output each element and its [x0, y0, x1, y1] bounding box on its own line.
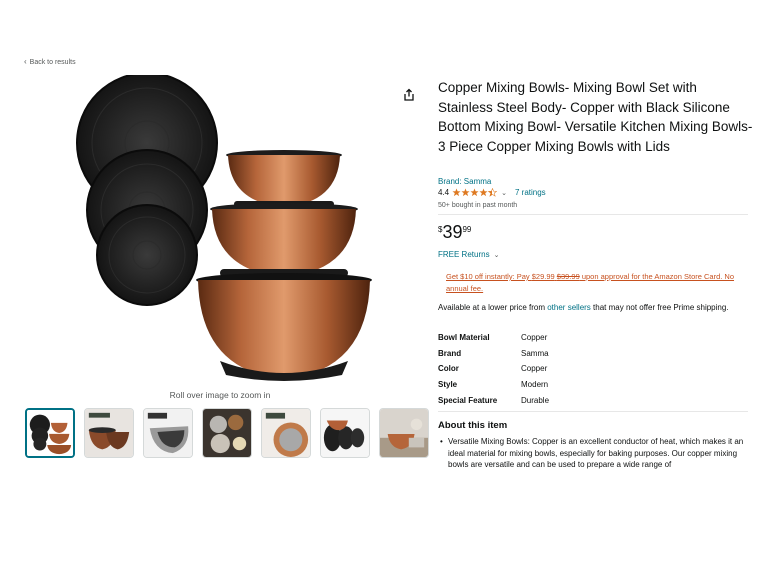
spec-value: Modern	[521, 380, 549, 390]
spec-key: Bowl Material	[438, 333, 490, 343]
spec-row: Brand Samma	[438, 346, 549, 362]
spec-key: Style	[438, 380, 458, 390]
spec-key: Color	[438, 364, 459, 374]
thumbnail-5[interactable]	[261, 408, 311, 458]
brand-link[interactable]: Brand: Samma	[438, 177, 491, 186]
thumbnail-4[interactable]	[202, 408, 252, 458]
star-icon	[452, 188, 461, 197]
spec-row: Style Modern	[438, 377, 549, 393]
back-to-results-label: Back to results	[29, 59, 76, 66]
free-returns-link[interactable]: FREE Returns ⌄	[438, 250, 499, 259]
ratings-count-link[interactable]: 7 ratings	[515, 188, 546, 197]
back-to-results-link[interactable]: ‹ Back to results	[24, 57, 76, 66]
about-bullet-text: Versatile Mixing Bowls: Copper is an exc…	[448, 437, 744, 470]
thumbnail-strip	[25, 408, 429, 458]
spec-value: Copper	[521, 333, 548, 343]
spec-row: Color Copper	[438, 361, 549, 377]
spec-row: Bowl Material Copper	[438, 330, 549, 346]
zoom-hint: Roll over image to zoom in	[169, 390, 271, 400]
free-returns-label: FREE Returns	[438, 250, 490, 259]
spec-table: Bowl Material Copper Brand Samma Color Copp…	[438, 330, 549, 408]
main-product-image[interactable]	[70, 72, 380, 385]
product-title: Copper Mixing Bowls- Mixing Bowl Set wit…	[438, 80, 753, 154]
half-star-icon	[488, 188, 498, 197]
chevron-left-icon: ‹	[24, 57, 27, 66]
spec-key: Brand	[438, 348, 462, 358]
thumbnail-3[interactable]	[143, 408, 193, 458]
spec-value: Copper	[521, 364, 548, 374]
spec-row: Special Feature Durable	[438, 392, 549, 408]
price-whole: 39	[442, 222, 463, 242]
other-sellers-link[interactable]: other sellers	[547, 303, 591, 312]
star-icon	[479, 188, 488, 197]
promo-old-price: $39.99	[556, 272, 580, 281]
star-rating[interactable]	[452, 188, 498, 197]
thumbnail-7[interactable]	[379, 408, 429, 458]
spec-value: Samma	[521, 348, 549, 358]
about-heading: About this item	[438, 420, 508, 431]
availability-note: Available at a lower price from other se…	[438, 303, 729, 312]
ratings-line: 4.4 ⌄ 7 ratings	[438, 188, 546, 197]
bought-past-month: 50+ bought in past month	[438, 202, 518, 209]
price-fraction: 99	[462, 225, 472, 234]
divider	[438, 411, 748, 412]
divider	[438, 214, 748, 215]
rating-value: 4.4	[438, 188, 450, 197]
thumbnail-2[interactable]	[84, 408, 134, 458]
star-icon	[470, 188, 479, 197]
star-icon	[461, 188, 470, 197]
spec-key: Special Feature	[438, 395, 498, 405]
chevron-down-icon[interactable]: ⌄	[501, 189, 507, 197]
thumbnail-6[interactable]	[320, 408, 370, 458]
chevron-down-icon: ⌄	[493, 252, 500, 259]
price: $ 39 99	[438, 222, 471, 242]
about-bullet-item: • Versatile Mixing Bowls: Copper is an e…	[440, 436, 745, 471]
store-card-promo[interactable]: Get $10 off instantly: Pay $29.99 $39.99…	[446, 271, 746, 294]
spec-value: Durable	[521, 395, 550, 405]
promo-text-a: Get $10 off instantly: Pay	[446, 272, 532, 281]
promo-new-price: $29.99	[531, 272, 555, 281]
share-icon[interactable]	[402, 88, 416, 102]
thumbnail-1[interactable]	[25, 408, 75, 458]
bullet-icon: •	[440, 437, 443, 446]
